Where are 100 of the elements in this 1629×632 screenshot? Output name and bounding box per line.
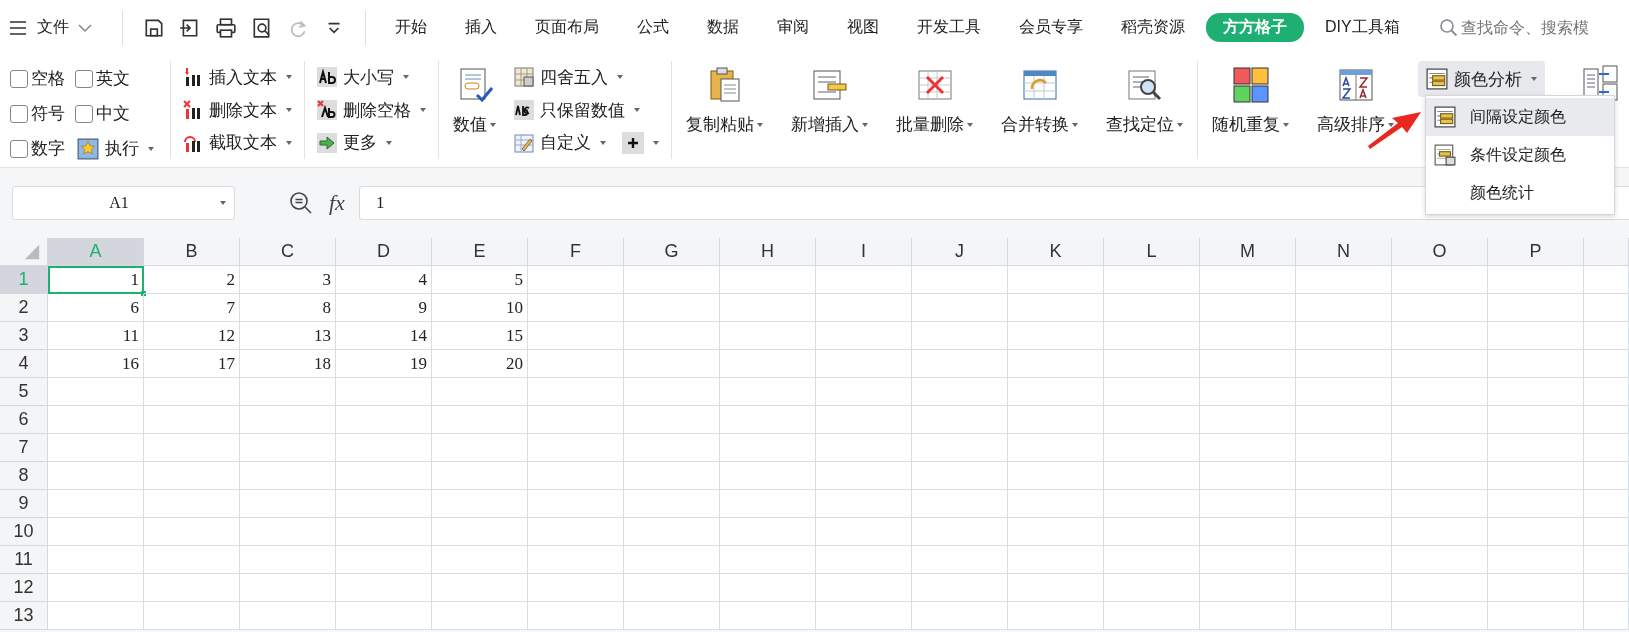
table-cell[interactable]: [720, 294, 816, 322]
table-cell[interactable]: [816, 406, 912, 434]
table-cell[interactable]: [1392, 266, 1488, 294]
table-cell[interactable]: [624, 350, 720, 378]
ribbon-button[interactable]: 数值: [449, 61, 500, 159]
table-cell[interactable]: [1584, 266, 1629, 294]
column-header[interactable]: K: [1008, 238, 1104, 266]
table-cell[interactable]: [720, 434, 816, 462]
table-cell[interactable]: [48, 518, 144, 546]
table-cell[interactable]: [720, 322, 816, 350]
table-cell[interactable]: [48, 462, 144, 490]
table-cell[interactable]: 2: [144, 266, 240, 294]
table-cell[interactable]: [144, 490, 240, 518]
table-cell[interactable]: [1008, 294, 1104, 322]
column-header[interactable]: L: [1104, 238, 1200, 266]
table-cell[interactable]: [912, 322, 1008, 350]
table-cell[interactable]: [1584, 490, 1629, 518]
table-cell[interactable]: [1296, 350, 1392, 378]
table-cell[interactable]: [144, 462, 240, 490]
table-cell[interactable]: [1584, 518, 1629, 546]
search-field[interactable]: 查找命令、搜索模: [1438, 17, 1629, 38]
table-cell[interactable]: [1488, 294, 1584, 322]
table-cell[interactable]: [1296, 406, 1392, 434]
ribbon-button[interactable]: 复制粘贴: [682, 61, 767, 159]
table-cell[interactable]: [1584, 434, 1629, 462]
table-cell[interactable]: [336, 546, 432, 574]
table-cell[interactable]: [624, 406, 720, 434]
checkbox-option[interactable]: 数字: [10, 131, 65, 166]
table-cell[interactable]: [1296, 462, 1392, 490]
table-cell[interactable]: [624, 574, 720, 602]
table-cell[interactable]: [1104, 490, 1200, 518]
checkbox-option[interactable]: 空格: [10, 61, 65, 96]
table-cell[interactable]: [336, 490, 432, 518]
table-cell[interactable]: [144, 546, 240, 574]
table-cell[interactable]: [1488, 322, 1584, 350]
table-cell[interactable]: [1104, 322, 1200, 350]
table-cell[interactable]: [1392, 490, 1488, 518]
table-cell[interactable]: [1296, 574, 1392, 602]
table-cell[interactable]: [1584, 294, 1629, 322]
table-cell[interactable]: [624, 602, 720, 630]
table-cell[interactable]: [1008, 434, 1104, 462]
row-header[interactable]: 13: [0, 602, 48, 630]
table-cell[interactable]: [144, 574, 240, 602]
table-cell[interactable]: [1200, 574, 1296, 602]
table-cell[interactable]: [1296, 518, 1392, 546]
table-cell[interactable]: [720, 462, 816, 490]
table-cell[interactable]: [1488, 462, 1584, 490]
table-cell[interactable]: [1488, 434, 1584, 462]
table-cell[interactable]: [1488, 574, 1584, 602]
table-cell[interactable]: [816, 266, 912, 294]
table-cell[interactable]: [1392, 350, 1488, 378]
column-header[interactable]: E: [432, 238, 528, 266]
table-cell[interactable]: 6: [48, 294, 144, 322]
ribbon-button[interactable]: 删除文本: [181, 93, 294, 127]
table-cell[interactable]: [1104, 574, 1200, 602]
table-cell[interactable]: [528, 350, 624, 378]
table-cell[interactable]: [240, 546, 336, 574]
table-cell[interactable]: [1584, 546, 1629, 574]
table-cell[interactable]: [816, 518, 912, 546]
menu-item[interactable]: 条件设定颜色: [1426, 136, 1614, 174]
table-cell[interactable]: [1488, 518, 1584, 546]
table-cell[interactable]: [1584, 602, 1629, 630]
table-cell[interactable]: [1584, 462, 1629, 490]
table-cell[interactable]: [48, 434, 144, 462]
column-header[interactable]: J: [912, 238, 1008, 266]
table-cell[interactable]: [1392, 294, 1488, 322]
table-cell[interactable]: [624, 546, 720, 574]
table-cell[interactable]: [1008, 546, 1104, 574]
function-label[interactable]: fx: [329, 190, 345, 216]
table-cell[interactable]: [816, 602, 912, 630]
table-cell[interactable]: [912, 518, 1008, 546]
column-header[interactable]: G: [624, 238, 720, 266]
table-cell[interactable]: [1008, 518, 1104, 546]
checkbox-option[interactable]: 中文: [75, 96, 156, 131]
table-cell[interactable]: [528, 574, 624, 602]
table-cell[interactable]: [816, 462, 912, 490]
table-cell[interactable]: [1200, 602, 1296, 630]
row-header[interactable]: 4: [0, 350, 48, 378]
ribbon-button[interactable]: 新增插入: [787, 61, 872, 159]
table-cell[interactable]: [336, 378, 432, 406]
table-cell[interactable]: [624, 434, 720, 462]
checkbox[interactable]: [10, 69, 28, 88]
table-cell[interactable]: [528, 322, 624, 350]
table-cell[interactable]: [912, 546, 1008, 574]
table-cell[interactable]: [1584, 378, 1629, 406]
table-cell[interactable]: [528, 266, 624, 294]
table-cell[interactable]: [912, 434, 1008, 462]
table-cell[interactable]: [1104, 434, 1200, 462]
table-cell[interactable]: [1392, 602, 1488, 630]
table-cell[interactable]: [144, 518, 240, 546]
table-cell[interactable]: [1008, 462, 1104, 490]
ribbon-button[interactable]: 合并转换: [997, 61, 1082, 159]
table-cell[interactable]: 3: [240, 266, 336, 294]
ribbon-tab[interactable]: 会员专享: [1002, 13, 1100, 42]
table-cell[interactable]: [336, 462, 432, 490]
ribbon-button[interactable]: 自定义: [512, 126, 661, 159]
table-cell[interactable]: [1200, 322, 1296, 350]
ribbon-tab[interactable]: 数据: [690, 13, 756, 42]
table-cell[interactable]: [1200, 462, 1296, 490]
table-cell[interactable]: 17: [144, 350, 240, 378]
